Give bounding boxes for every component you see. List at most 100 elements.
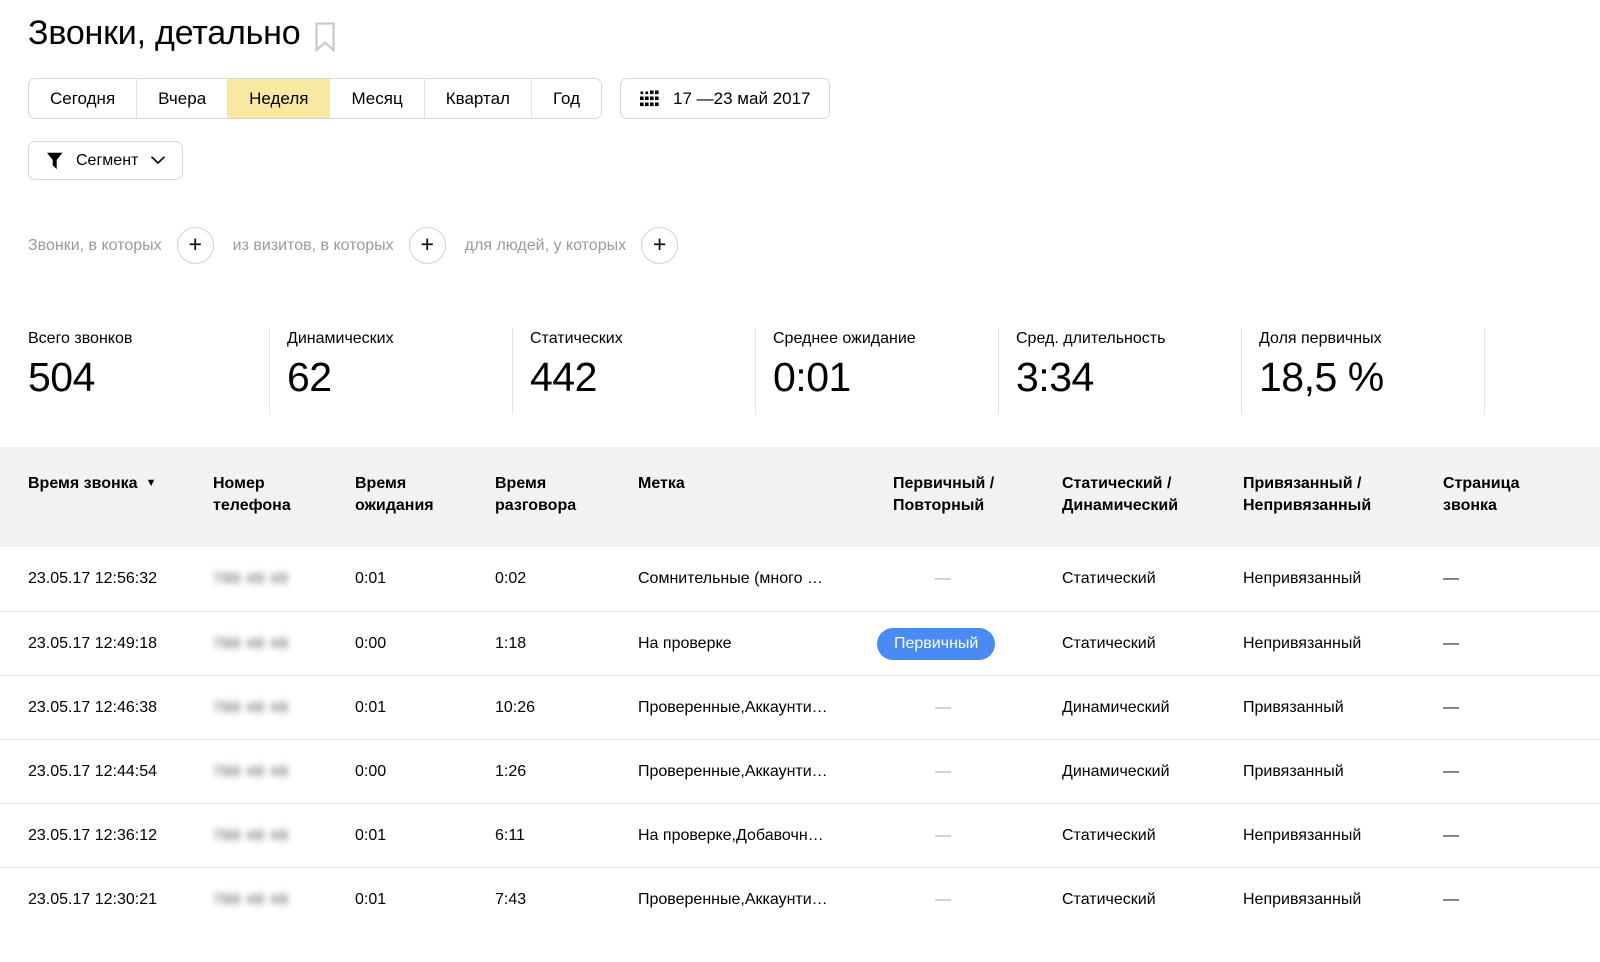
metric-total-calls: Всего звонков 504 <box>28 328 270 414</box>
phone-number-redacted: 788 48 48 <box>213 699 289 716</box>
cell-label: На проверке <box>638 635 893 653</box>
table-header-row: Время звонка▼ Номер телефона Время ожида… <box>0 447 1600 547</box>
column-header-static-dynamic[interactable]: Статический / Динамический <box>1062 473 1243 547</box>
bookmark-icon[interactable] <box>314 22 336 52</box>
column-header-phone[interactable]: Номер телефона <box>213 473 355 547</box>
cell-call-page: — <box>1443 635 1600 653</box>
metric-label: Динамических <box>287 330 512 348</box>
calendar-icon <box>640 90 660 107</box>
cell-label: Сомнительные (много … <box>638 570 893 588</box>
add-call-filter-button[interactable]: + <box>177 227 214 264</box>
metric-value: 0:01 <box>773 357 998 398</box>
metric-label: Доля первичных <box>1259 330 1484 348</box>
cell-label: На проверке,Добавочн… <box>638 827 893 845</box>
cell-call-time: 23.05.17 12:36:12 <box>28 827 213 845</box>
column-header-label[interactable]: Метка <box>638 473 893 547</box>
cell-phone: 788 48 48 <box>213 827 355 845</box>
column-header-talk-time[interactable]: Время разговора <box>495 473 638 547</box>
cell-static-dynamic: Статический <box>1062 635 1243 653</box>
calls-table: Время звонка▼ Номер телефона Время ожида… <box>0 447 1600 931</box>
phone-number-redacted: 788 48 48 <box>213 827 289 844</box>
cell-talk-time: 1:18 <box>495 635 638 653</box>
table-row[interactable]: 23.05.17 12:30:21 788 48 48 0:01 7:43 Пр… <box>0 867 1600 931</box>
tab-today[interactable]: Сегодня <box>29 79 136 118</box>
cell-call-page: — <box>1443 763 1600 781</box>
phone-number-redacted: 788 48 48 <box>213 763 289 780</box>
page-title: Звонки, детально <box>28 14 300 53</box>
cell-call-page: — <box>1443 699 1600 717</box>
cell-label: Проверенные,Аккаунти… <box>638 763 893 781</box>
table-row[interactable]: 23.05.17 12:46:38 788 48 48 0:01 10:26 П… <box>0 675 1600 739</box>
chevron-down-icon <box>151 156 165 165</box>
metric-label: Сред. длительность <box>1016 330 1241 348</box>
phone-number-redacted: 788 48 48 <box>213 891 289 908</box>
column-header-call-page[interactable]: Страница звонка <box>1443 473 1600 547</box>
segment-button[interactable]: Сегмент <box>28 141 183 180</box>
metric-avg-wait: Среднее ожидание 0:01 <box>756 328 999 414</box>
cell-primary: — <box>893 827 1062 845</box>
cell-talk-time: 6:11 <box>495 827 638 845</box>
cell-primary: — <box>893 570 1062 588</box>
add-visit-filter-button[interactable]: + <box>409 227 446 264</box>
metric-value: 504 <box>28 357 269 398</box>
funnel-icon <box>46 152 65 170</box>
metric-value: 18,5 % <box>1259 357 1484 398</box>
tab-year[interactable]: Год <box>531 79 601 118</box>
cell-wait-time: 0:01 <box>355 891 495 909</box>
plus-icon: + <box>420 233 433 256</box>
cell-static-dynamic: Статический <box>1062 891 1243 909</box>
cell-wait-time: 0:00 <box>355 635 495 653</box>
cell-wait-time: 0:00 <box>355 763 495 781</box>
table-row[interactable]: 23.05.17 12:49:18 788 48 48 0:00 1:18 На… <box>0 611 1600 675</box>
cell-phone: 788 48 48 <box>213 891 355 909</box>
period-tab-group: Сегодня Вчера Неделя Месяц Квартал Год <box>28 78 602 119</box>
cell-talk-time: 1:26 <box>495 763 638 781</box>
period-controls: Сегодня Вчера Неделя Месяц Квартал Год 1… <box>28 78 1600 119</box>
cell-bound: Непривязанный <box>1243 891 1443 909</box>
cell-call-page: — <box>1443 891 1600 909</box>
cell-phone: 788 48 48 <box>213 570 355 588</box>
metric-static: Статических 442 <box>513 328 756 414</box>
phone-number-redacted: 788 48 48 <box>213 570 289 587</box>
primary-badge: Первичный <box>877 628 995 660</box>
tab-week[interactable]: Неделя <box>227 79 329 118</box>
segment-label: Сегмент <box>76 152 138 170</box>
tab-yesterday[interactable]: Вчера <box>136 79 227 118</box>
cell-bound: Привязанный <box>1243 763 1443 781</box>
cell-wait-time: 0:01 <box>355 570 495 588</box>
column-header-primary-repeat[interactable]: Первичный / Повторный <box>893 473 1062 547</box>
table-row[interactable]: 23.05.17 12:36:12 788 48 48 0:01 6:11 На… <box>0 803 1600 867</box>
cell-wait-time: 0:01 <box>355 827 495 845</box>
cell-call-page: — <box>1443 570 1600 588</box>
sort-desc-icon: ▼ <box>146 477 157 489</box>
cell-talk-time: 0:02 <box>495 570 638 588</box>
phone-number-redacted: 788 48 48 <box>213 635 289 652</box>
tab-month[interactable]: Месяц <box>329 79 423 118</box>
column-header-wait-time[interactable]: Время ожидания <box>355 473 495 547</box>
calls-filter-label: Звонки, в которых <box>28 237 162 255</box>
date-range-label: 17 —23 май 2017 <box>673 89 810 109</box>
table-row[interactable]: 23.05.17 12:44:54 788 48 48 0:00 1:26 Пр… <box>0 739 1600 803</box>
cell-label: Проверенные,Аккаунти… <box>638 891 893 909</box>
metric-value: 62 <box>287 357 512 398</box>
cell-call-time: 23.05.17 12:30:21 <box>28 891 213 909</box>
people-filter-label: для людей, у которых <box>465 237 626 255</box>
cell-call-time: 23.05.17 12:49:18 <box>28 635 213 653</box>
cell-phone: 788 48 48 <box>213 763 355 781</box>
cell-call-time: 23.05.17 12:44:54 <box>28 763 213 781</box>
metric-label: Статических <box>530 330 755 348</box>
column-header-bound-unbound[interactable]: Привязанный / Непривязанный <box>1243 473 1443 547</box>
summary-metrics: Всего звонков 504 Динамических 62 Статич… <box>0 328 1600 414</box>
cell-talk-time: 10:26 <box>495 699 638 717</box>
visits-filter-label: из визитов, в которых <box>233 237 394 255</box>
metric-label: Всего звонков <box>28 330 269 348</box>
cell-static-dynamic: Динамический <box>1062 699 1243 717</box>
cell-bound: Непривязанный <box>1243 635 1443 653</box>
add-people-filter-button[interactable]: + <box>641 227 678 264</box>
metric-value: 442 <box>530 357 755 398</box>
date-range-button[interactable]: 17 —23 май 2017 <box>620 78 830 119</box>
cell-call-time: 23.05.17 12:56:32 <box>28 570 213 588</box>
column-header-call-time[interactable]: Время звонка▼ <box>28 473 213 547</box>
tab-quarter[interactable]: Квартал <box>424 79 531 118</box>
table-row[interactable]: 23.05.17 12:56:32 788 48 48 0:01 0:02 Со… <box>0 547 1600 611</box>
